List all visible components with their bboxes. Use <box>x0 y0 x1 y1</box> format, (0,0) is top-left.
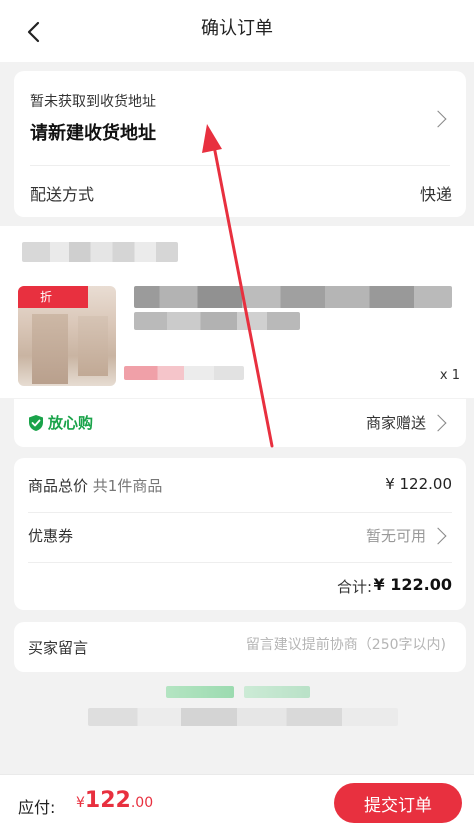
product-title-blurred <box>134 286 452 308</box>
address-card[interactable]: 暂未获取到收货地址 请新建收货地址 配送方式 快递 <box>14 71 466 217</box>
sum-value: ¥ 122.00 <box>373 575 452 594</box>
service-value: 商家赠送 <box>365 414 426 432</box>
submit-order-button[interactable]: 提交订单 <box>334 783 462 823</box>
coupon-value[interactable]: 暂无可用 <box>366 525 426 546</box>
buyer-message-label: 买家留言 <box>28 639 89 657</box>
nav-bar: 确认订单 <box>0 0 474 62</box>
product-thumbnail[interactable]: 折 <box>18 286 116 386</box>
payable-label: 应付: <box>18 798 56 817</box>
notice-blurred <box>166 686 234 698</box>
shield-check-icon <box>29 415 43 431</box>
buyer-message-row: 买家留言 <box>14 622 466 672</box>
chevron-right-icon[interactable] <box>429 527 447 545</box>
payable-integer: 122 <box>84 788 131 813</box>
notice-blurred <box>244 686 310 698</box>
new-address-link[interactable]: 请新建收货地址 <box>30 119 156 145</box>
price-summary-card: 商品总价 共1件商品 ¥ 122.00 优惠券 暂无可用 合计: ¥ 122.0… <box>14 458 466 610</box>
divider <box>28 512 452 513</box>
address-hint: 暂未获取到收货地址 <box>30 94 156 110</box>
product-quantity: x 1 <box>439 368 460 383</box>
service-label: 放心购 <box>48 414 94 432</box>
discount-tag: 折 <box>18 286 88 308</box>
shipping-value: 快递 <box>419 185 452 204</box>
payable-amount: ¥122.00 <box>76 788 153 813</box>
thumbnail-figure <box>78 316 108 376</box>
divider <box>30 165 450 166</box>
coupon-label[interactable]: 优惠券 <box>28 525 73 546</box>
goods-total-title: 商品总价 <box>28 477 89 495</box>
page-title: 确认订单 <box>201 18 273 39</box>
product-price-blurred <box>124 366 244 380</box>
service-row[interactable]: 放心购 商家赠送 <box>14 399 466 447</box>
divider <box>28 562 452 563</box>
payable-decimal: .00 <box>130 795 154 811</box>
bottom-bar: 应付: ¥122.00 提交订单 <box>0 774 474 825</box>
notice-blurred <box>88 708 398 726</box>
shipping-label: 配送方式 <box>30 185 95 204</box>
chevron-right-icon <box>429 110 447 128</box>
chevron-right-icon <box>429 414 447 432</box>
currency-symbol: ¥ <box>76 795 85 811</box>
thumbnail-figure <box>32 314 68 384</box>
goods-count: 共1件商品 <box>92 477 163 495</box>
shop-name-blurred <box>22 242 178 262</box>
product-spec-blurred <box>134 312 300 330</box>
goods-section: 折 x 1 <box>0 226 474 398</box>
goods-total-value: ¥ 122.00 <box>385 475 452 493</box>
goods-total-label: 商品总价 共1件商品 <box>28 475 162 496</box>
sum-label: 合计: <box>336 578 372 596</box>
buyer-message-input[interactable] <box>206 637 446 653</box>
